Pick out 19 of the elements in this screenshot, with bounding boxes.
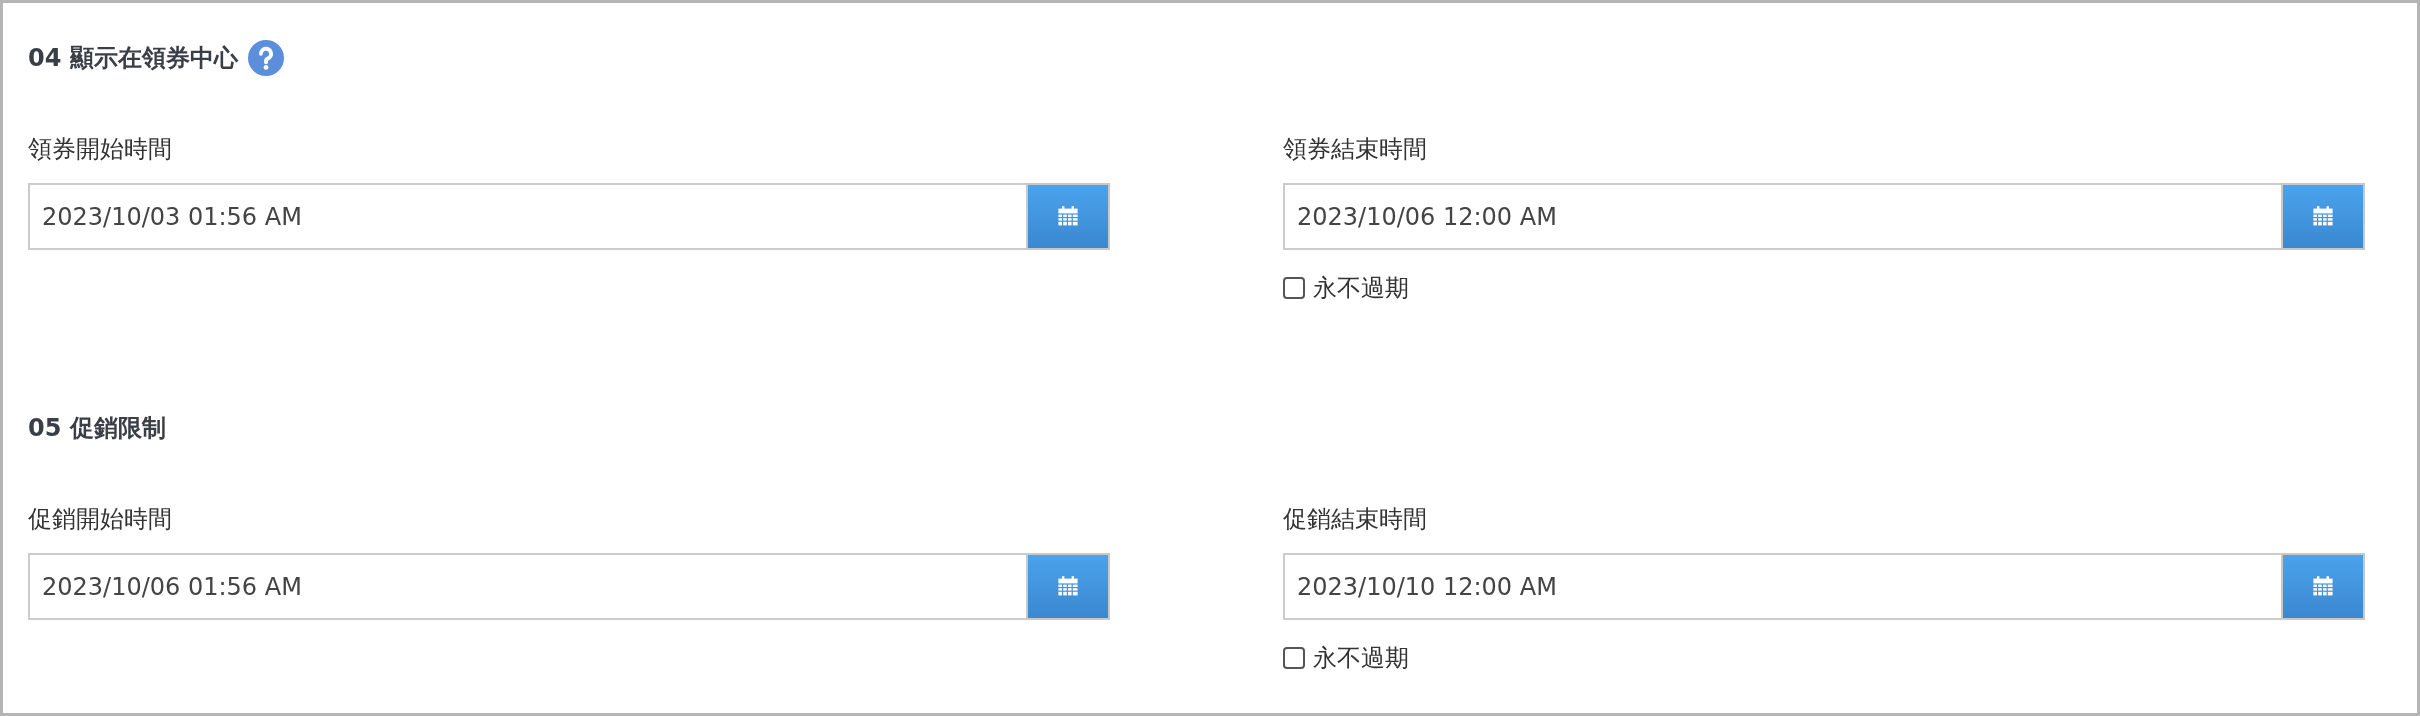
calendar-button[interactable] [1026, 183, 1110, 250]
date-input[interactable]: 2023/10/06 01:56 AM [28, 553, 1026, 620]
calendar-button[interactable] [2281, 553, 2365, 620]
field-label: 促銷開始時間 [28, 504, 173, 535]
date-input[interactable]: 2023/10/06 12:00 AM [1283, 183, 2281, 250]
checkbox[interactable] [1283, 647, 1305, 669]
field-label: 領券開始時間 [28, 134, 173, 165]
section-title: 04 顯示在領券中心 [28, 43, 238, 74]
checkbox-label: 永不過期 [1313, 643, 1409, 674]
date-input[interactable]: 2023/10/03 01:56 AM [28, 183, 1026, 250]
checkbox[interactable] [1283, 277, 1305, 299]
date-input[interactable]: 2023/10/10 12:00 AM [1283, 553, 2281, 620]
field-label: 領券結束時間 [1283, 134, 1428, 165]
help-icon[interactable] [247, 40, 284, 76]
section-title: 05 促銷限制 [28, 413, 166, 444]
calendar-button[interactable] [2281, 183, 2365, 250]
calendar-button[interactable] [1026, 553, 1110, 620]
field-label: 促銷結束時間 [1283, 504, 1428, 535]
checkbox-label: 永不過期 [1313, 273, 1409, 304]
